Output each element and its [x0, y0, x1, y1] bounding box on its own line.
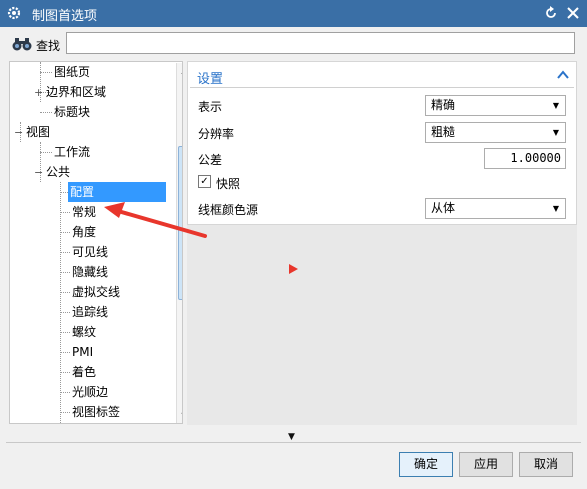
- tree-item-label: 着色: [72, 365, 97, 379]
- tree-item-label: 虚拟交线: [72, 285, 121, 299]
- tolerance-label: 公差: [198, 153, 223, 167]
- tree-item-view-label[interactable]: 视图标签: [72, 402, 120, 422]
- display-label: 表示: [198, 100, 223, 114]
- display-value: 精确: [431, 98, 456, 112]
- tree-item-workflow[interactable]: 工作流: [54, 142, 90, 162]
- tree-item-label: 视图: [26, 125, 51, 139]
- grip-icon: ≡: [182, 219, 183, 222]
- tree-item-drawing-sheet[interactable]: 图纸页: [54, 62, 90, 82]
- tree-item-view[interactable]: − 视图: [14, 122, 50, 142]
- wire-color-select[interactable]: 从体 ▼: [425, 198, 566, 219]
- annotation-marker-icon: [289, 264, 298, 274]
- tree-item-label: 工作流: [54, 145, 91, 159]
- tree-item-label: 边界和区域: [46, 85, 107, 99]
- settings-panel: 设置 表示 精确 ▼ 分辨率 粗糙 ▼ 公差 1.00000 ✓ 快照 线框颜色…: [187, 61, 577, 425]
- chevron-down-icon: ▼: [552, 101, 559, 110]
- tree-item-visible-lines[interactable]: 可见线: [72, 242, 108, 262]
- tree-item-angle[interactable]: 角度: [72, 222, 96, 242]
- wire-color-label: 线框颜色源: [198, 203, 259, 217]
- expand-down-icon[interactable]: ▼: [288, 432, 295, 442]
- tree-item-shading[interactable]: 着色: [72, 362, 96, 382]
- window-title: 制图首选项: [32, 9, 98, 24]
- tolerance-input[interactable]: 1.00000: [484, 148, 566, 169]
- reset-icon[interactable]: [543, 5, 559, 21]
- tree-item-general[interactable]: 常规: [72, 202, 96, 222]
- tree-item-smooth-edges[interactable]: 光顺边: [72, 382, 108, 402]
- category-tree: 图纸页 + 边界和区域 标题块 − 视图 工作流 − 公共 配置 常规 角度 可见线 …: [9, 61, 183, 424]
- tree-item-virtual-intersections[interactable]: 虚拟交线: [72, 282, 120, 302]
- tree-item-label: 螺纹: [72, 325, 97, 339]
- cancel-button[interactable]: 取消: [519, 452, 573, 477]
- expand-icon[interactable]: +: [34, 83, 46, 103]
- title-bar: 制图首选项: [0, 0, 587, 27]
- binoculars-icon: [12, 38, 32, 51]
- tree-item-label: PMI: [72, 345, 94, 359]
- collapse-icon[interactable]: −: [14, 123, 26, 143]
- tree-item-label: 追踪线: [72, 305, 109, 319]
- resolution-value: 粗糙: [431, 125, 456, 139]
- section-divider: [190, 87, 574, 88]
- apply-button[interactable]: 应用: [459, 452, 513, 477]
- snapshot-label: 快照: [216, 177, 241, 191]
- tree-item-label: 光顺边: [72, 385, 109, 399]
- tree-item-configuration[interactable]: 配置: [68, 182, 166, 202]
- tree-item-label: 图纸页: [54, 65, 91, 79]
- collapse-section-icon[interactable]: [557, 70, 569, 80]
- settings-section: 设置 表示 精确 ▼ 分辨率 粗糙 ▼ 公差 1.00000 ✓ 快照 线框颜色…: [187, 61, 577, 225]
- search-label: 查找: [36, 39, 61, 53]
- tree-item-label: 视图标签: [72, 405, 121, 419]
- tree-item-borders-zones[interactable]: + 边界和区域: [34, 82, 106, 102]
- tree-scrollbar[interactable]: ▲ ≡ ▼: [176, 63, 183, 423]
- search-input[interactable]: [66, 32, 575, 54]
- tree-item-label: 隐藏线: [72, 265, 109, 279]
- tree-item-label: 标题块: [54, 105, 91, 119]
- display-select[interactable]: 精确 ▼: [425, 95, 566, 116]
- tree-item-pmi[interactable]: PMI: [72, 342, 93, 362]
- tree-item-common[interactable]: − 公共: [34, 162, 70, 182]
- resolution-label: 分辨率: [198, 127, 235, 141]
- scroll-down-icon[interactable]: ▼: [177, 408, 182, 423]
- chevron-down-icon: ▼: [552, 128, 559, 137]
- collapse-icon[interactable]: −: [34, 163, 46, 183]
- ok-button[interactable]: 确定: [399, 452, 453, 477]
- tree-item-label: 角度: [72, 225, 97, 239]
- dialog-footer: ▼ 确定 应用 取消: [0, 425, 587, 489]
- scroll-thumb[interactable]: ≡: [178, 146, 183, 300]
- wire-color-value: 从体: [431, 201, 456, 215]
- tree-item-trace-lines[interactable]: 追踪线: [72, 302, 108, 322]
- search-bar: 查找: [0, 27, 587, 61]
- resolution-select[interactable]: 粗糙 ▼: [425, 122, 566, 143]
- tree-item-label: 可见线: [72, 245, 109, 259]
- scroll-up-icon[interactable]: ▲: [177, 63, 182, 78]
- tree-item-threads[interactable]: 螺纹: [72, 322, 96, 342]
- section-title: 设置: [197, 72, 224, 87]
- tree-item-title-block[interactable]: 标题块: [54, 102, 90, 122]
- snapshot-checkbox[interactable]: ✓: [198, 175, 211, 188]
- chevron-down-icon: ▼: [552, 204, 559, 213]
- tree-item-hidden-lines[interactable]: 隐藏线: [72, 262, 108, 282]
- gear-icon: [7, 6, 21, 20]
- close-icon[interactable]: [565, 5, 581, 21]
- tree-item-label: 公共: [46, 165, 71, 179]
- tree-item-label: 常规: [72, 205, 97, 219]
- footer-divider: [6, 442, 581, 443]
- tree-item-label: 配置: [70, 185, 95, 199]
